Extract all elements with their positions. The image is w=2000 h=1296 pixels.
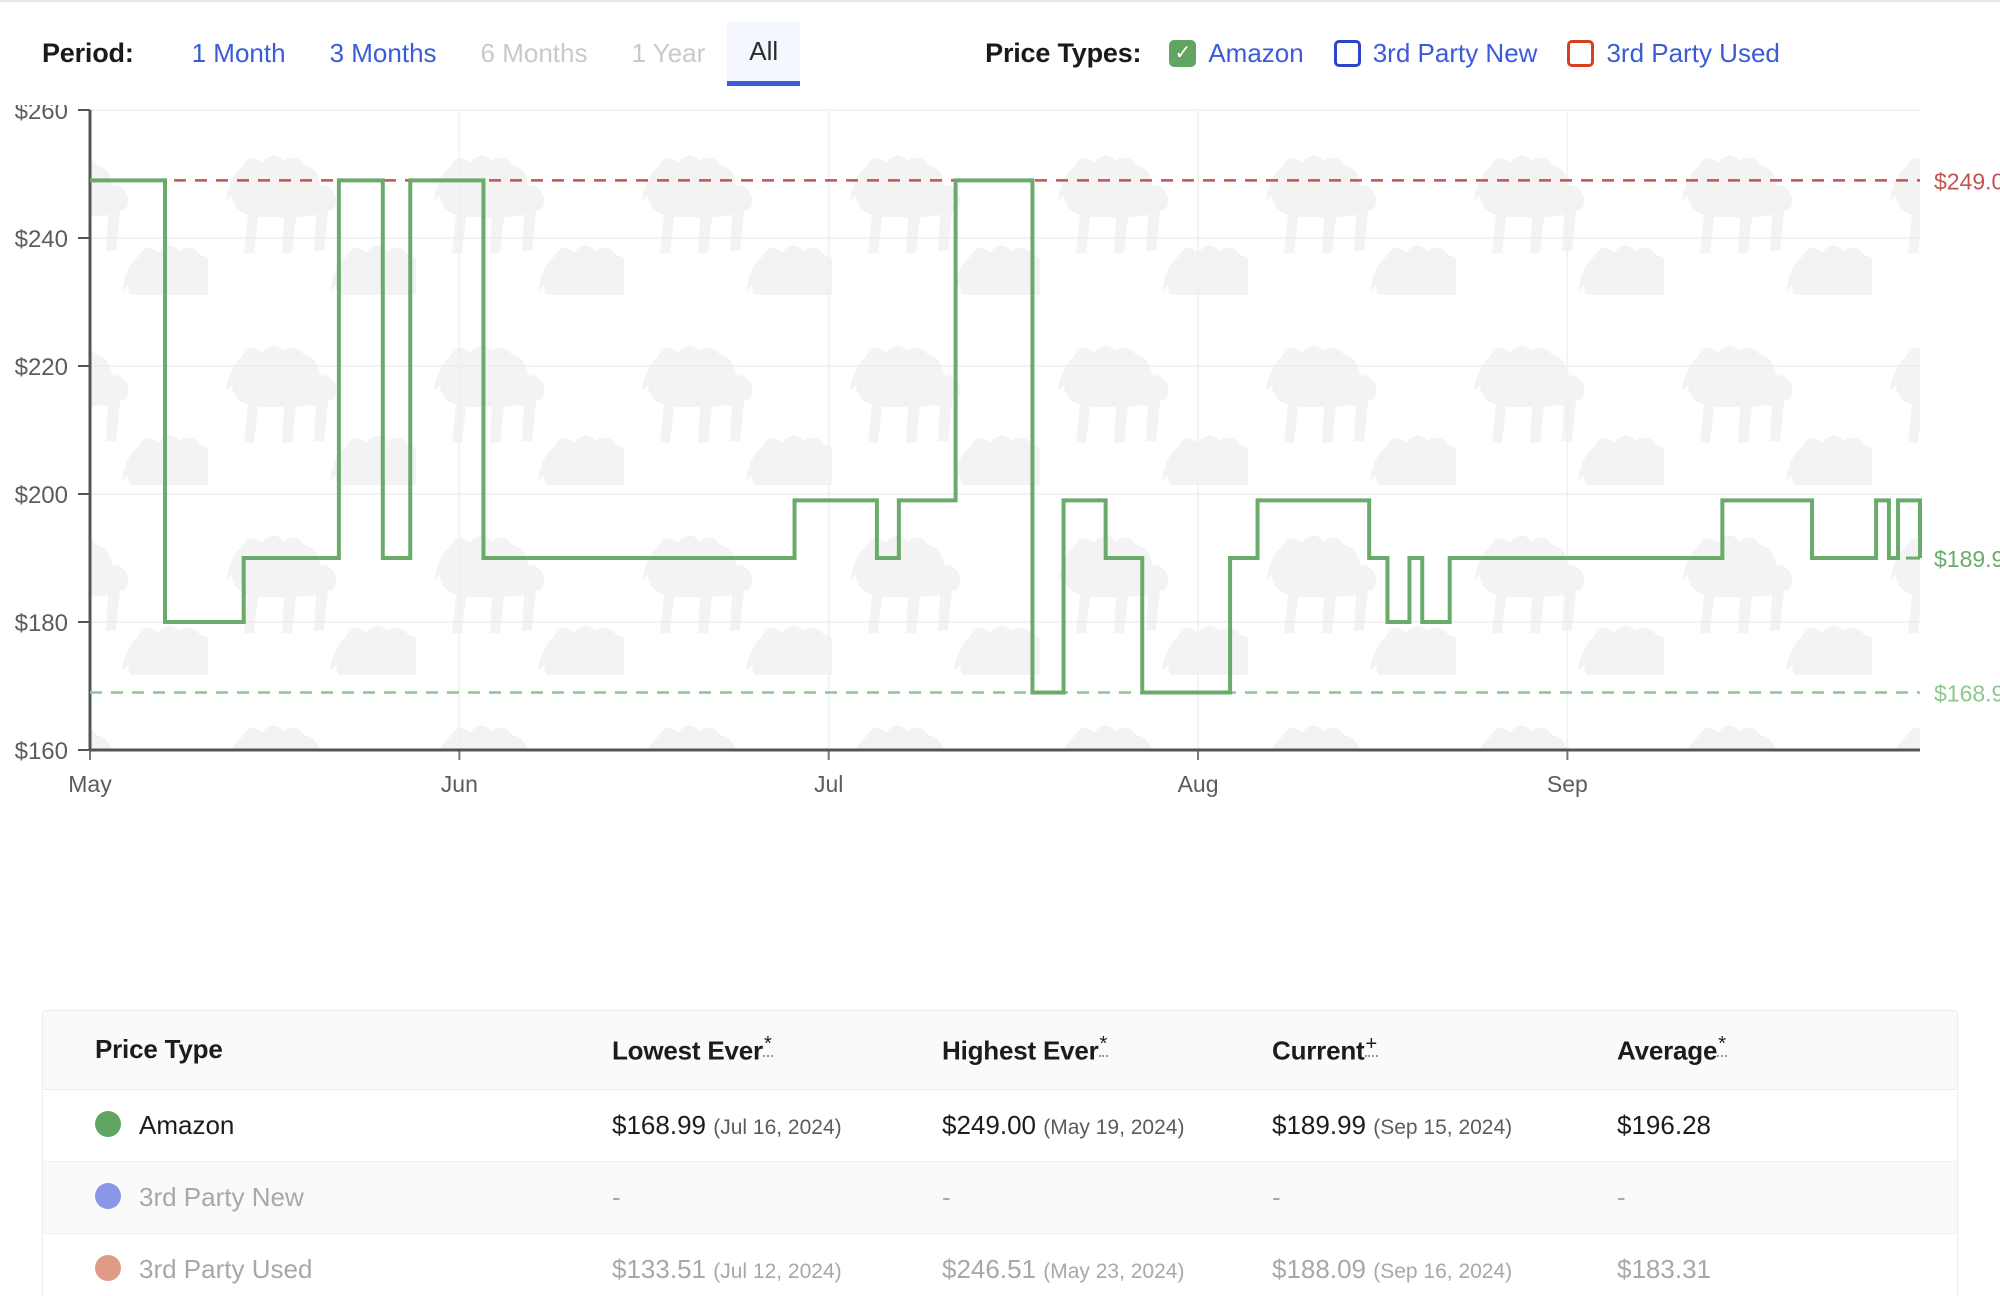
row-price-type-cell: Amazon xyxy=(43,1089,612,1162)
row-highest-ever-value: $249.00 xyxy=(942,1109,1036,1140)
price-types-label: Price Types: xyxy=(985,38,1142,68)
column-header-current: Current+ xyxy=(1272,1011,1617,1090)
lowest-ever-footnote-marker[interactable]: * xyxy=(762,1033,773,1057)
row-current-cell: $189.99 (Sep 15, 2024) xyxy=(1272,1089,1617,1162)
row-current-date: (Sep 16, 2024) xyxy=(1373,1259,1513,1283)
legend-dot-icon xyxy=(95,1254,121,1281)
row-average-cell: $183.31 xyxy=(1617,1233,1957,1296)
table-row: 3rd Party New - - - - xyxy=(43,1161,1957,1234)
period-option-1-month[interactable]: 1 Month xyxy=(170,24,308,83)
y-axis-tick-label: $200 xyxy=(15,482,68,509)
checkbox-amazon[interactable]: ✓ xyxy=(1169,40,1197,67)
highest-ever-footnote-marker[interactable]: * xyxy=(1098,1033,1109,1057)
column-header-highest-ever: Highest Ever* xyxy=(942,1011,1272,1090)
row-current-value: $189.99 xyxy=(1272,1109,1366,1140)
y-axis-tick-label: $240 xyxy=(15,226,68,253)
row-lowest-ever-cell: - xyxy=(612,1161,942,1234)
period-option-3-months[interactable]: 3 Months xyxy=(308,24,459,83)
chart-canvas[interactable]: $260 $240 $220 $200 $180 $160May Jun Jul Aug Sep $… xyxy=(0,105,2000,1005)
period-option-all[interactable]: All xyxy=(727,21,801,86)
table-row: Amazon $168.99 (Jul 16, 2024) $249.00 (M… xyxy=(43,1089,1957,1162)
period-selector: Period: 1 Month 3 Months 6 Months 1 Year… xyxy=(42,21,801,86)
row-average-value: $183.31 xyxy=(1617,1253,1711,1284)
reference-line-label: $189.99 xyxy=(1934,546,2000,572)
row-lowest-ever-value: - xyxy=(612,1181,621,1212)
period-label: Period: xyxy=(42,38,134,68)
y-axis-tick-label: $180 xyxy=(15,610,68,637)
row-lowest-ever-cell: $168.99 (Jul 16, 2024) xyxy=(612,1089,942,1162)
column-header-price-type: Price Type xyxy=(43,1011,612,1090)
row-current-cell: $188.09 (Sep 16, 2024) xyxy=(1272,1233,1617,1296)
row-highest-ever-value: - xyxy=(942,1181,951,1212)
y-axis-tick-label: $220 xyxy=(15,354,68,381)
row-highest-ever-cell: $249.00 (May 19, 2024) xyxy=(942,1089,1272,1162)
row-lowest-ever-cell: $133.51 (Jul 12, 2024) xyxy=(612,1233,942,1296)
column-header-price-type-text: Price Type xyxy=(95,1034,223,1065)
table-header-row: Price Type Lowest Ever* Highest Ever* Cu… xyxy=(43,1011,1957,1090)
price-type-3rd-party-new-label: 3rd Party New xyxy=(1372,38,1538,68)
column-header-average-text: Average xyxy=(1617,1035,1718,1066)
legend-dot-icon xyxy=(95,1182,121,1209)
x-axis-tick-label: Aug xyxy=(1178,771,1219,797)
legend-dot-icon xyxy=(95,1110,121,1137)
row-price-type-label: Amazon xyxy=(139,1109,235,1140)
row-price-type-cell: 3rd Party New xyxy=(43,1161,612,1234)
row-highest-ever-cell: $246.51 (May 23, 2024) xyxy=(942,1233,1272,1296)
price-type-amazon-label: Amazon xyxy=(1208,38,1304,68)
row-price-type-label: 3rd Party New xyxy=(139,1181,304,1212)
column-header-average: Average* xyxy=(1617,1011,1957,1090)
checkbox-3rd-party-new[interactable] xyxy=(1333,40,1361,67)
price-type-3rd-party-used-label: 3rd Party Used xyxy=(1606,38,1780,68)
period-option-1-year[interactable]: 1 Year xyxy=(609,24,727,83)
row-lowest-ever-value: $133.51 xyxy=(612,1253,706,1284)
row-lowest-ever-value: $168.99 xyxy=(612,1109,706,1140)
y-axis-tick-label: $160 xyxy=(15,738,68,765)
column-header-lowest-ever: Lowest Ever* xyxy=(612,1011,942,1090)
row-current-value: - xyxy=(1272,1181,1281,1212)
price-type-3rd-party-used[interactable]: 3rd Party Used xyxy=(1567,38,1780,69)
chart-controls-bar: Period: 1 Month 3 Months 6 Months 1 Year… xyxy=(0,0,2000,105)
price-type-amazon[interactable]: ✓ Amazon xyxy=(1169,38,1304,69)
x-axis-tick-label: May xyxy=(68,771,112,797)
chart-watermark xyxy=(90,110,1920,750)
column-header-highest-ever-text: Highest Ever xyxy=(942,1035,1099,1066)
row-price-type-cell: 3rd Party Used xyxy=(43,1233,612,1296)
table-row: 3rd Party Used $133.51 (Jul 12, 2024) $2… xyxy=(43,1233,1957,1296)
price-types-selector: Price Types: ✓ Amazon 3rd Party New 3rd … xyxy=(985,38,1810,69)
row-highest-ever-date: (May 19, 2024) xyxy=(1043,1115,1185,1139)
x-axis-tick-label: Jul xyxy=(814,771,843,797)
row-highest-ever-value: $246.51 xyxy=(942,1253,1036,1284)
row-average-value: - xyxy=(1617,1181,1626,1212)
x-axis-tick-label: Jun xyxy=(441,771,478,797)
price-history-panel: Period: 1 Month 3 Months 6 Months 1 Year… xyxy=(0,0,2000,1296)
row-current-cell: - xyxy=(1272,1161,1617,1234)
row-average-cell: $196.28 xyxy=(1617,1089,1957,1162)
check-icon: ✓ xyxy=(1174,42,1192,64)
row-average-cell: - xyxy=(1617,1161,1957,1234)
row-average-value: $196.28 xyxy=(1617,1109,1711,1140)
price-history-chart[interactable]: $260 $240 $220 $200 $180 $160 May Jun Jul Aug Sep $… xyxy=(0,105,2000,1005)
row-lowest-ever-date: (Jul 16, 2024) xyxy=(713,1115,842,1139)
row-current-value: $188.09 xyxy=(1272,1253,1366,1284)
reference-line-label: $168.99 xyxy=(1934,680,2000,706)
column-header-lowest-ever-text: Lowest Ever xyxy=(612,1035,763,1066)
reference-line-label: $249.00 xyxy=(1934,168,2000,194)
average-footnote-marker[interactable]: * xyxy=(1717,1033,1727,1057)
row-highest-ever-date: (May 23, 2024) xyxy=(1043,1259,1185,1283)
y-axis-tick-label: $260 xyxy=(15,105,68,125)
row-lowest-ever-date: (Jul 12, 2024) xyxy=(713,1259,842,1283)
column-header-current-text: Current xyxy=(1272,1035,1365,1066)
period-option-6-months[interactable]: 6 Months xyxy=(459,24,610,83)
x-axis-tick-label: Sep xyxy=(1547,771,1588,797)
price-summary-table: Price Type Lowest Ever* Highest Ever* Cu… xyxy=(42,1010,1958,1296)
row-highest-ever-cell: - xyxy=(942,1161,1272,1234)
price-type-3rd-party-new[interactable]: 3rd Party New xyxy=(1333,38,1538,69)
current-footnote-marker[interactable]: + xyxy=(1364,1033,1378,1057)
row-price-type-label: 3rd Party Used xyxy=(139,1253,313,1284)
checkbox-3rd-party-used[interactable] xyxy=(1567,40,1595,67)
row-current-date: (Sep 15, 2024) xyxy=(1373,1115,1513,1139)
